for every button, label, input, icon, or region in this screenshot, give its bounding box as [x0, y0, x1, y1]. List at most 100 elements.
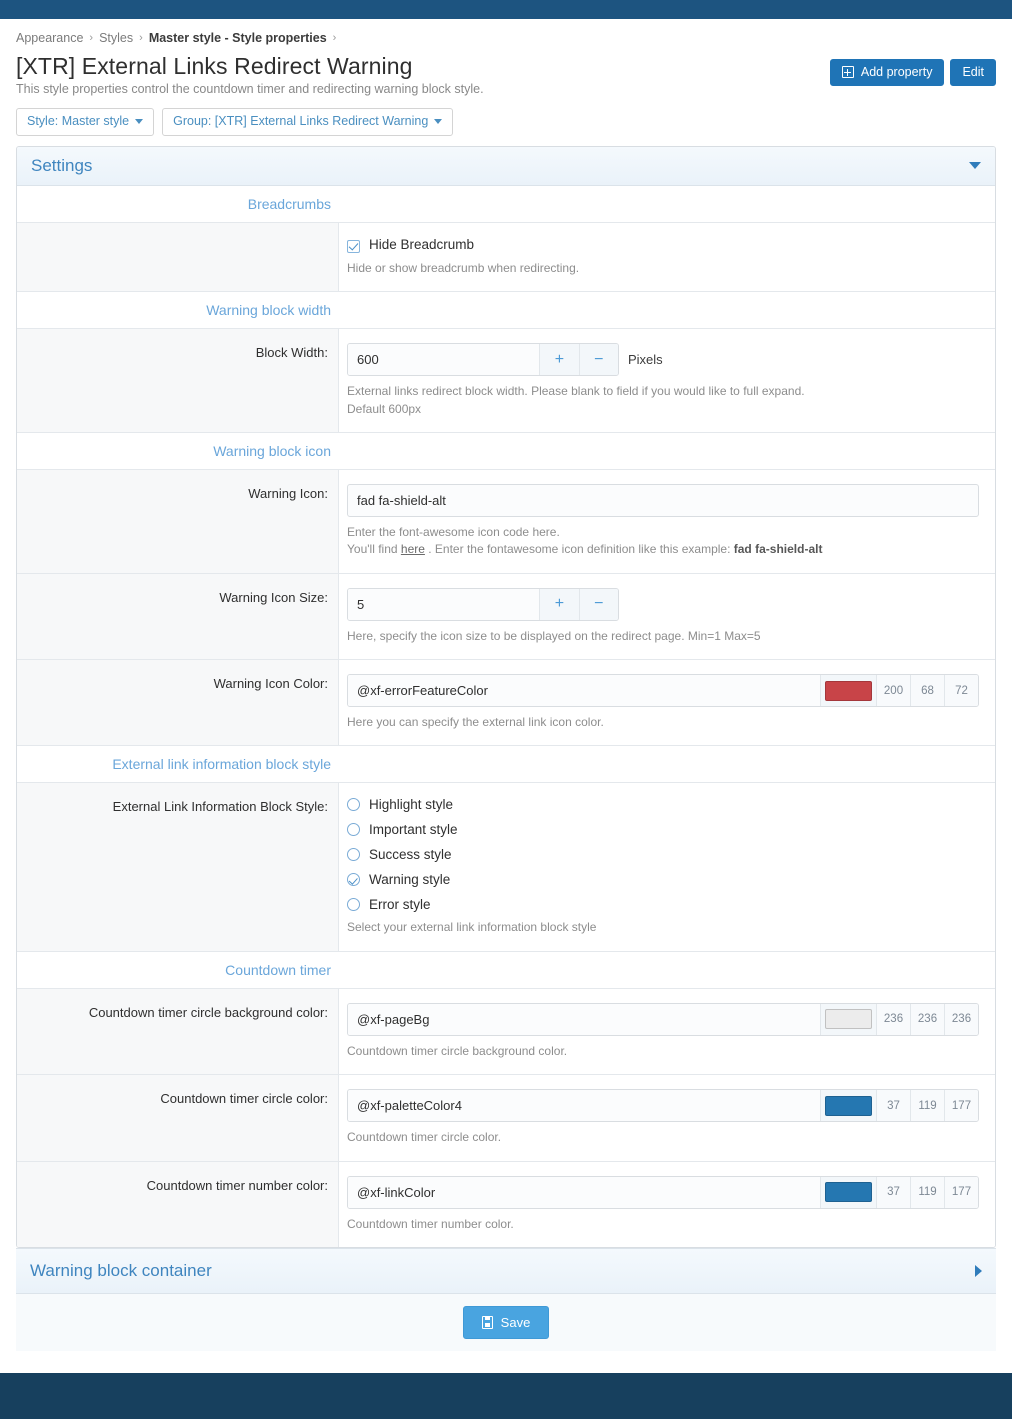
- radio-option[interactable]: Important style: [347, 822, 983, 837]
- text-input[interactable]: [347, 484, 979, 517]
- settings-block-header[interactable]: Settings: [17, 147, 995, 186]
- checkbox-input[interactable]: [347, 240, 360, 253]
- section-heading-row: Warning block icon: [17, 433, 995, 470]
- field-hint: Enter the font-awesome icon code here.Yo…: [347, 524, 983, 559]
- radio-input[interactable]: [347, 823, 360, 836]
- form-row: External Link Information Block Style:Hi…: [17, 783, 995, 951]
- section-heading-label: Warning block icon: [17, 443, 339, 459]
- color-swatch-button[interactable]: [820, 1177, 876, 1208]
- color-swatch-button[interactable]: [820, 675, 876, 706]
- save-label: Save: [501, 1315, 531, 1330]
- form-row-field: 2006872 Here you can specify the external…: [339, 660, 995, 745]
- radio-input[interactable]: [347, 898, 360, 911]
- radio-option[interactable]: Warning style: [347, 872, 983, 887]
- form-row-field: 37119177 Countdown timer number color.: [339, 1162, 995, 1247]
- color-swatch-button[interactable]: [820, 1090, 876, 1121]
- stepper-control: +−Pixels: [347, 343, 983, 376]
- radio-option[interactable]: Success style: [347, 847, 983, 862]
- color-value-input[interactable]: [348, 1090, 820, 1121]
- field-hint: Here, specify the icon size to be displa…: [347, 628, 983, 645]
- section-heading-row: Countdown timer: [17, 952, 995, 989]
- filter-bar: Style: Master style Group: [XTR] Externa…: [16, 108, 996, 136]
- color-swatch: [825, 1096, 872, 1116]
- breadcrumb-item-styles[interactable]: Styles: [99, 31, 133, 45]
- radio-option[interactable]: Highlight style: [347, 797, 983, 812]
- color-field[interactable]: 236236236: [347, 1003, 979, 1036]
- chevron-down-icon[interactable]: [969, 162, 981, 169]
- radio-option-label: Warning style: [369, 872, 450, 887]
- color-blue-value: 177: [944, 1090, 978, 1121]
- color-swatch-button[interactable]: [820, 1004, 876, 1035]
- form-row-field: 37119177Countdown timer circle color.: [339, 1075, 995, 1160]
- radio-option-label: Important style: [369, 822, 458, 837]
- form-row-label: Block Width:: [17, 329, 339, 432]
- radio-option[interactable]: Error style: [347, 897, 983, 912]
- page-footer-bar: [0, 1373, 1012, 1419]
- fontawesome-help-link[interactable]: here: [401, 542, 425, 556]
- checkbox-label: Hide Breadcrumb: [369, 237, 474, 252]
- color-value-input[interactable]: [348, 1177, 820, 1208]
- edit-button[interactable]: Edit: [950, 59, 996, 86]
- color-field[interactable]: 37119177: [347, 1089, 979, 1122]
- radio-input[interactable]: [347, 798, 360, 811]
- form-row-field: Highlight style Important style Success st…: [339, 783, 995, 950]
- plus-square-icon: [842, 66, 854, 78]
- radio-option-label: Success style: [369, 847, 452, 862]
- form-row-field: 236236236Countdown timer circle backgrou…: [339, 989, 995, 1074]
- color-blue-value: 72: [944, 675, 978, 706]
- field-hint: Here you can specify the external link i…: [347, 714, 983, 731]
- chevron-down-icon: [434, 119, 442, 124]
- section-heading-row: Warning block width: [17, 292, 995, 329]
- breadcrumb-item-appearance[interactable]: Appearance: [16, 31, 83, 45]
- settings-block: Settings BreadcrumbsHide BreadcrumbHide …: [16, 146, 996, 1248]
- group-filter-button[interactable]: Group: [XTR] External Links Redirect War…: [162, 108, 453, 136]
- color-field[interactable]: 37119177: [347, 1176, 979, 1209]
- breadcrumb: Appearance › Styles › Master style - Sty…: [16, 19, 996, 49]
- field-hint: Countdown timer number color.: [347, 1216, 983, 1233]
- breadcrumb-separator-icon: ›: [89, 32, 93, 44]
- add-property-label: Add property: [861, 66, 933, 79]
- chevron-right-icon[interactable]: [975, 1265, 982, 1277]
- radio-option-label: Error style: [369, 897, 431, 912]
- color-value-input[interactable]: [348, 1004, 820, 1035]
- page-description: This style properties control the countd…: [16, 82, 830, 96]
- style-filter-button[interactable]: Style: Master style: [16, 108, 154, 136]
- color-value-input[interactable]: [348, 675, 820, 706]
- fontawesome-example-code: fad fa-shield-alt: [734, 542, 823, 556]
- chevron-down-icon: [135, 119, 143, 124]
- breadcrumb-separator-icon: ›: [333, 32, 337, 44]
- top-navigation-bar: [0, 0, 1012, 19]
- save-button[interactable]: Save: [463, 1306, 550, 1339]
- warning-block-container-section[interactable]: Warning block container: [16, 1248, 996, 1293]
- form-row-label: Warning Icon Size:: [17, 574, 339, 659]
- checkbox-control[interactable]: Hide Breadcrumb: [347, 237, 983, 253]
- stepper-increment-button[interactable]: +: [539, 589, 578, 620]
- section-heading-label: Countdown timer: [17, 962, 339, 978]
- number-input[interactable]: [348, 344, 539, 375]
- stepper-control: +−: [347, 588, 983, 621]
- add-property-button[interactable]: Add property: [830, 59, 945, 86]
- stepper-increment-button[interactable]: +: [539, 344, 578, 375]
- radio-input[interactable]: [347, 848, 360, 861]
- color-green-value: 119: [910, 1177, 944, 1208]
- form-row: Warning Icon Color:2006872Here you can s…: [17, 660, 995, 746]
- number-stepper[interactable]: +−: [347, 588, 619, 621]
- form-row: Countdown timer circle color:37119177Cou…: [17, 1075, 995, 1161]
- page-header-text: [XTR] External Links Redirect Warning Th…: [16, 49, 830, 104]
- edit-label: Edit: [962, 66, 984, 79]
- settings-block-title: Settings: [31, 156, 92, 176]
- form-row-label: [17, 223, 339, 291]
- stepper-decrement-button[interactable]: −: [579, 344, 618, 375]
- stepper-decrement-button[interactable]: −: [579, 589, 618, 620]
- group-filter-label: Group: [XTR] External Links Redirect War…: [173, 115, 428, 129]
- number-input[interactable]: [348, 589, 539, 620]
- radio-input[interactable]: [347, 873, 360, 886]
- form-row: Countdown timer circle background color:…: [17, 989, 995, 1075]
- section-heading-label: Warning block width: [17, 302, 339, 318]
- number-stepper[interactable]: +−: [347, 343, 619, 376]
- field-hint: Select your external link information bl…: [347, 919, 983, 936]
- color-field[interactable]: 2006872: [347, 674, 979, 707]
- color-swatch: [825, 1009, 872, 1029]
- color-swatch: [825, 1182, 872, 1202]
- breadcrumb-item-master-style[interactable]: Master style - Style properties: [149, 31, 327, 45]
